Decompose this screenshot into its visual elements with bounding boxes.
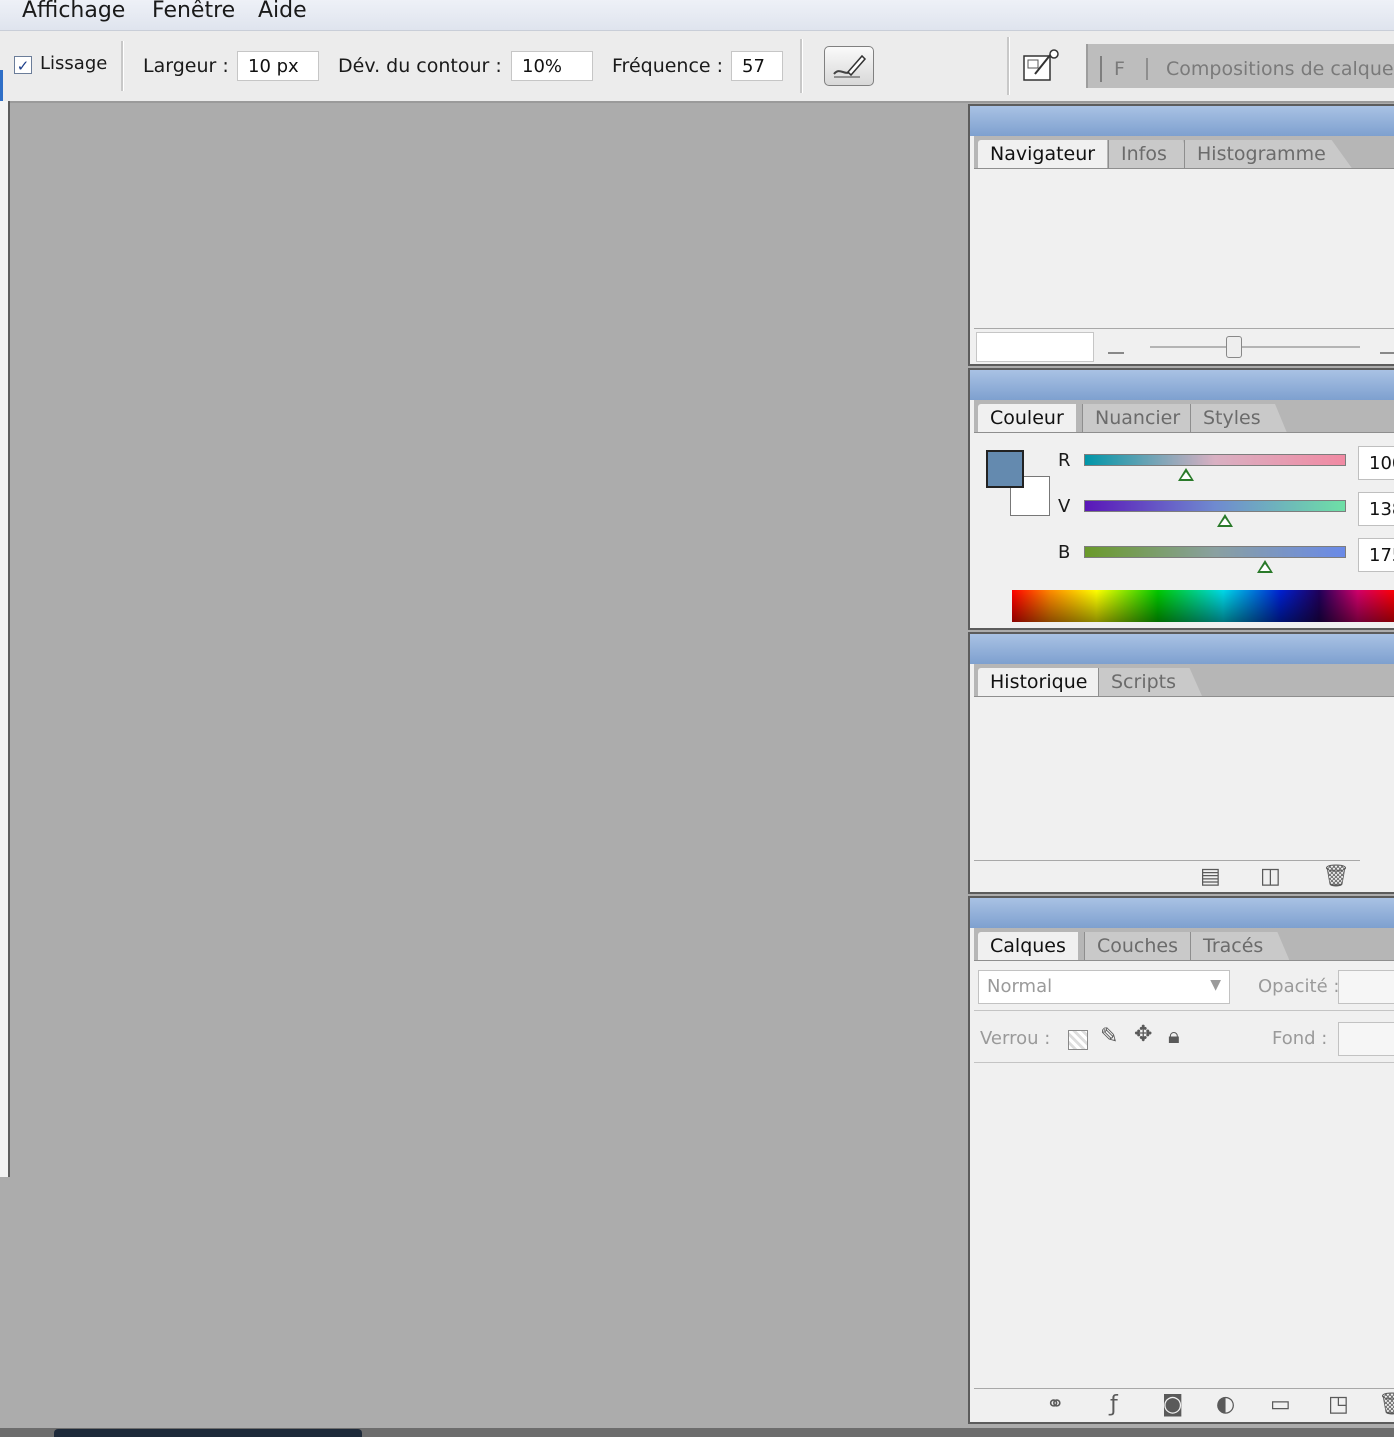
lock-image-pixels-icon[interactable]: ✎ xyxy=(1100,1024,1118,1049)
link-layers-icon[interactable]: ⚭ xyxy=(1046,1392,1064,1417)
tab-styles[interactable]: Styles xyxy=(1190,404,1287,432)
new-document-from-state-icon[interactable]: ▤ xyxy=(1200,864,1221,889)
channel-label-b: B xyxy=(1058,542,1071,563)
separator xyxy=(1100,56,1102,82)
opacity-label: Opacité : xyxy=(1258,976,1340,997)
red-slider-thumb[interactable] xyxy=(1178,468,1195,481)
trash-icon[interactable]: 🗑 xyxy=(1378,1392,1394,1417)
menu-affichage[interactable]: Affichage xyxy=(22,0,125,23)
blend-mode-value: Normal xyxy=(987,976,1053,997)
zoom-slider-thumb[interactable] xyxy=(1226,336,1242,358)
width-label: Largeur : xyxy=(143,55,229,77)
new-layer-icon[interactable]: ◳ xyxy=(1328,1392,1349,1417)
opacity-field[interactable] xyxy=(1338,970,1394,1004)
brush-palette-icon[interactable] xyxy=(1020,47,1066,85)
frequency-label: Fréquence : xyxy=(612,55,724,77)
red-value-field[interactable]: 100 xyxy=(1358,446,1394,480)
edge-contrast-label: Dév. du contour : xyxy=(338,55,502,77)
toolbox-accent xyxy=(0,70,3,104)
blue-slider[interactable] xyxy=(1084,546,1346,558)
tab-strip: Couleur Nuancier Styles xyxy=(974,400,1394,433)
fill-label: Fond : xyxy=(1272,1028,1328,1049)
green-slider[interactable] xyxy=(1084,500,1346,512)
blue-slider-thumb[interactable] xyxy=(1256,560,1273,573)
tab-strip: Calques Couches Tracés xyxy=(974,928,1394,961)
tab-scripts[interactable]: Scripts xyxy=(1098,668,1203,696)
smoothing-checkbox[interactable]: ✓ xyxy=(14,56,32,75)
menu-fenetre[interactable]: Fenêtre xyxy=(152,0,235,23)
new-snapshot-icon[interactable]: ◫ xyxy=(1260,864,1281,889)
divider xyxy=(974,328,1394,329)
separator xyxy=(1007,37,1010,95)
adjustment-layer-icon[interactable]: ◐ xyxy=(1216,1392,1235,1417)
divider xyxy=(974,1388,1394,1389)
separator xyxy=(1146,58,1148,80)
layer-mask-icon[interactable]: ◙ xyxy=(1162,1392,1183,1417)
divider xyxy=(974,1010,1394,1011)
panel-title-bar[interactable] xyxy=(970,106,1394,136)
panel-well-tab-fragment[interactable]: F xyxy=(1114,58,1125,80)
tab-strip: Navigateur Infos Histogramme xyxy=(974,136,1394,169)
lock-position-icon[interactable]: ✥ xyxy=(1134,1022,1152,1047)
pen-pressure-icon[interactable] xyxy=(824,46,874,86)
tab-strip: Historique Scripts xyxy=(974,664,1394,697)
color-ramp[interactable] xyxy=(1012,590,1394,622)
taskbar-button[interactable] xyxy=(54,1429,362,1437)
edge-contrast-field[interactable]: 10% xyxy=(511,51,593,81)
history-panel: Historique Scripts ▤ ◫ 🗑 xyxy=(968,632,1394,894)
divider xyxy=(974,860,1360,861)
new-group-icon[interactable]: ▭ xyxy=(1270,1392,1291,1417)
panel-title-bar[interactable] xyxy=(970,370,1394,400)
navigator-panel: Navigateur Infos Histogramme xyxy=(968,104,1394,366)
zoom-in-icon[interactable] xyxy=(1380,342,1394,354)
tab-nuancier[interactable]: Nuancier xyxy=(1082,404,1207,432)
blue-value-field[interactable]: 175 xyxy=(1358,538,1394,572)
tab-couches[interactable]: Couches xyxy=(1084,932,1205,960)
smoothing-label: Lissage xyxy=(40,53,108,74)
lock-label: Verrou : xyxy=(980,1028,1051,1049)
menu-aide[interactable]: Aide xyxy=(258,0,307,23)
green-slider-thumb[interactable] xyxy=(1217,514,1234,527)
layers-panel: Calques Couches Tracés Normal ▼ Opacité … xyxy=(968,896,1394,1424)
chevron-down-icon: ▼ xyxy=(1210,977,1221,993)
tab-infos[interactable]: Infos xyxy=(1108,140,1193,168)
frequency-field[interactable]: 57 xyxy=(731,51,783,81)
panel-title-bar[interactable] xyxy=(970,634,1394,664)
separator xyxy=(121,41,124,91)
separator xyxy=(800,39,803,93)
divider xyxy=(974,1062,1394,1063)
toolbox-edge xyxy=(0,101,10,1177)
channel-label-r: R xyxy=(1058,450,1071,471)
lock-transparent-pixels-icon[interactable] xyxy=(1068,1030,1088,1050)
zoom-slider-track[interactable] xyxy=(1150,346,1360,348)
red-slider[interactable] xyxy=(1084,454,1346,466)
canvas-area[interactable] xyxy=(10,103,966,1423)
tab-calques[interactable]: Calques xyxy=(978,932,1078,960)
width-field[interactable]: 10 px xyxy=(237,51,319,81)
foreground-color-swatch[interactable] xyxy=(986,450,1024,488)
trash-icon[interactable]: 🗑 xyxy=(1322,864,1350,889)
color-panel: Couleur Nuancier Styles R 100 V 138 B 17… xyxy=(968,368,1394,630)
tab-histogramme[interactable]: Histogramme xyxy=(1184,140,1352,168)
tab-traces[interactable]: Tracés xyxy=(1190,932,1290,960)
fill-field[interactable] xyxy=(1338,1022,1394,1056)
tab-historique[interactable]: Historique xyxy=(978,668,1100,696)
menu-bar: Affichage Fenêtre Aide xyxy=(0,0,1394,31)
lock-all-icon[interactable]: 🔒︎ xyxy=(1168,1024,1180,1049)
zoom-field[interactable] xyxy=(976,332,1094,362)
blend-mode-select[interactable]: Normal ▼ xyxy=(978,970,1230,1004)
zoom-out-icon[interactable] xyxy=(1108,344,1124,354)
tab-couleur[interactable]: Couleur xyxy=(978,404,1076,432)
channel-label-v: V xyxy=(1058,496,1071,517)
layer-style-icon[interactable]: ƒ xyxy=(1110,1392,1118,1417)
panel-title-bar[interactable] xyxy=(970,898,1394,928)
color-ramp-shade xyxy=(1012,590,1394,622)
panel-well: F Compositions de calques xyxy=(1086,44,1394,88)
panel-well-layer-comps-tab[interactable]: Compositions de calques xyxy=(1166,58,1394,80)
tab-navigateur[interactable]: Navigateur xyxy=(978,140,1108,168)
green-value-field[interactable]: 138 xyxy=(1358,492,1394,526)
